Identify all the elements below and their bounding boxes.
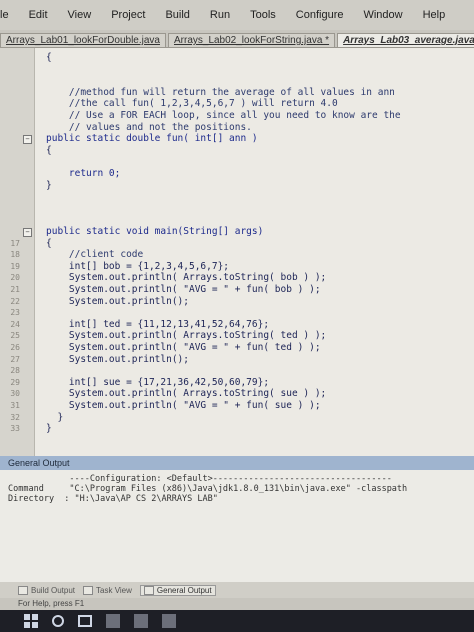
line-number: 20 xyxy=(10,273,20,283)
status-bar: For Help, press F1 xyxy=(0,598,474,610)
tab-task-view[interactable]: Task View xyxy=(83,585,132,595)
line-number: 24 xyxy=(10,319,20,329)
line-number: 21 xyxy=(10,285,20,294)
task-view-icon xyxy=(83,585,94,595)
code-editor[interactable]: 17 18 19 20 21 22 23 24 25 26 27 28 29 30 31 32 33 − − { /… xyxy=(0,48,474,456)
menu-project[interactable]: Project xyxy=(101,9,155,21)
tab-general-output[interactable]: General Output xyxy=(139,584,216,596)
taskbar xyxy=(0,610,474,632)
menu-edit[interactable]: Edit xyxy=(19,9,58,21)
tab-lab01[interactable]: Arrays_Lab01_lookForDouble.java xyxy=(0,33,166,47)
line-number: 18 xyxy=(10,250,20,260)
menu-view[interactable]: View xyxy=(58,9,102,21)
taskbar-app-icon[interactable] xyxy=(106,614,120,628)
output-tab-bar: Build Output Task View General Output xyxy=(0,582,474,598)
menu-tools[interactable]: Tools xyxy=(240,9,286,21)
tab-general-output-label: General Output xyxy=(156,585,212,595)
code-line[interactable]: //method fun will return the average of … xyxy=(46,87,395,98)
menu-help[interactable]: Help xyxy=(413,9,456,21)
output-panel-title: General Output xyxy=(0,456,474,470)
code-line[interactable]: System.out.println( "AVG = " + fun( bob … xyxy=(46,284,321,295)
menu-configure[interactable]: Configure xyxy=(286,9,354,21)
code-line[interactable]: public static void main(String[] args) xyxy=(46,226,263,237)
code-line[interactable]: //client code xyxy=(46,249,143,260)
code-line[interactable]: System.out.println( "AVG = " + fun( sue … xyxy=(46,400,321,411)
code-line[interactable]: System.out.println(); xyxy=(46,296,189,307)
line-number: 27 xyxy=(10,354,20,364)
ide-window: le Edit View Project Build Run Tools Con… xyxy=(0,0,474,632)
windows-start-icon[interactable] xyxy=(24,614,38,628)
output-panel[interactable]: ----Configuration: <Default>------------… xyxy=(0,470,474,582)
code-line[interactable]: System.out.println(); xyxy=(46,354,189,365)
code-line[interactable]: int[] ted = {11,12,13,41,52,64,76}; xyxy=(46,319,269,330)
code-line[interactable]: { xyxy=(46,52,52,63)
line-number: 19 xyxy=(10,261,20,271)
code-line[interactable]: { xyxy=(46,145,52,156)
code-line[interactable]: System.out.println( Arrays.toString( sue… xyxy=(46,388,326,399)
output-line-config: ----Configuration: <Default>------------… xyxy=(8,474,392,484)
line-number: 32 xyxy=(10,412,20,422)
line-number: 29 xyxy=(10,377,20,387)
code-line[interactable]: System.out.println( "AVG = " + fun( ted … xyxy=(46,342,321,353)
general-output-icon xyxy=(143,585,154,595)
tab-build-output-label: Build Output xyxy=(31,585,76,595)
output-line-command: Command "C:\Program Files (x86)\Java\jdk… xyxy=(8,484,408,494)
code-line[interactable]: { xyxy=(46,238,52,249)
line-number: 31 xyxy=(10,401,20,410)
taskbar-app-icon[interactable] xyxy=(162,614,176,628)
menu-window[interactable]: Window xyxy=(353,9,412,21)
line-number: 17 xyxy=(10,238,20,248)
menu-build[interactable]: Build xyxy=(155,9,199,21)
line-number: 23 xyxy=(10,308,20,318)
line-number: 25 xyxy=(10,331,20,341)
line-number-gutter: 17 18 19 20 21 22 23 24 25 26 27 28 29 30 31 32 33 − − xyxy=(0,48,35,456)
line-number: 26 xyxy=(10,343,20,352)
code-line[interactable]: int[] bob = {1,2,3,4,5,6,7}; xyxy=(46,261,229,272)
code-line[interactable]: int[] sue = {17,21,36,42,50,60,79}; xyxy=(46,377,269,388)
line-number: 33 xyxy=(10,424,20,434)
code-line[interactable]: } xyxy=(46,180,52,191)
code-line[interactable]: return 0; xyxy=(46,168,120,179)
output-line-directory: Directory : "H:\Java\AP CS 2\ARRAYS LAB" xyxy=(8,494,218,504)
code-line[interactable]: // values and not the positions. xyxy=(46,122,252,133)
code-line[interactable]: } xyxy=(46,423,52,434)
menu-file[interactable]: le xyxy=(0,9,19,21)
tab-lab02[interactable]: Arrays_Lab02_lookForString.java * xyxy=(167,33,336,47)
line-number: 28 xyxy=(10,366,20,376)
taskbar-app-icon[interactable] xyxy=(134,614,148,628)
fold-toggle-icon[interactable]: − xyxy=(23,135,32,145)
tab-lab03-active[interactable]: Arrays_Lab03_average.java * xyxy=(337,33,474,47)
search-icon[interactable] xyxy=(52,615,64,627)
menu-run[interactable]: Run xyxy=(200,9,240,21)
code-line[interactable]: System.out.println( Arrays.toString( bob… xyxy=(46,272,326,283)
line-number: 30 xyxy=(10,389,20,399)
build-output-icon xyxy=(18,585,28,595)
code-line[interactable]: } xyxy=(46,412,63,423)
code-line[interactable]: public static double fun( int[] ann ) xyxy=(46,133,258,144)
code-line[interactable]: System.out.println( Arrays.toString( ted… xyxy=(46,330,326,341)
tab-task-view-label: Task View xyxy=(96,585,132,595)
menu-bar: le Edit View Project Build Run Tools Con… xyxy=(0,0,474,30)
fold-toggle-icon[interactable]: − xyxy=(23,228,32,237)
editor-tab-bar: Arrays_Lab01_lookForDouble.java Arrays_L… xyxy=(0,30,474,48)
task-view-icon[interactable] xyxy=(78,615,92,627)
line-number: 22 xyxy=(10,296,20,306)
tab-build-output[interactable]: Build Output xyxy=(18,585,76,595)
code-line[interactable]: // Use a FOR EACH loop, since all you ne… xyxy=(46,110,401,121)
code-line[interactable]: //the call fun( 1,2,3,4,5,6,7 ) will ret… xyxy=(46,98,338,109)
